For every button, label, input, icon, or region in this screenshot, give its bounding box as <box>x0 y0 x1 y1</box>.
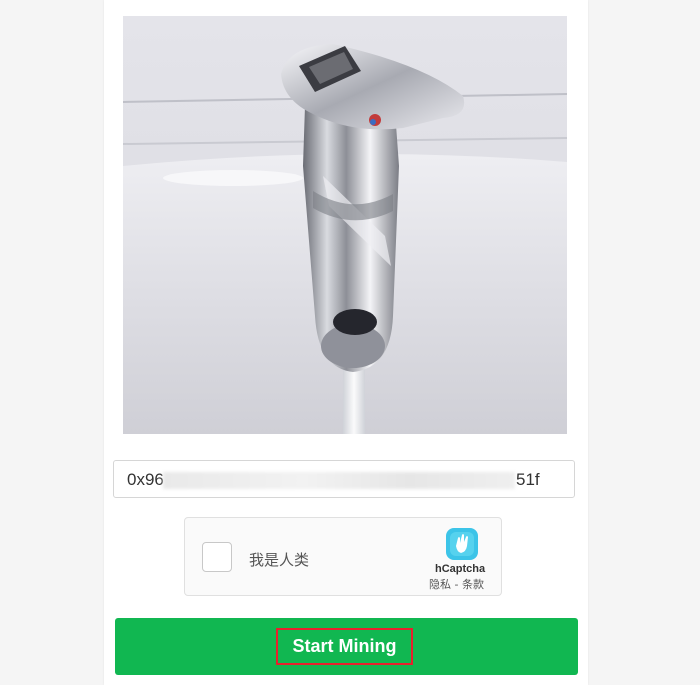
start-mining-button[interactable]: Start Mining <box>115 618 578 675</box>
hcaptcha-brand: hCaptcha <box>435 563 486 575</box>
start-mining-label: Start Mining <box>292 636 397 656</box>
captcha-checkbox[interactable] <box>202 542 232 572</box>
address-prefix: 0x96 <box>127 470 164 489</box>
hcaptcha-privacy-terms[interactable]: 隐私 - 条款 <box>429 576 484 592</box>
address-redaction <box>163 472 515 489</box>
hcaptcha-logo-icon <box>446 528 478 560</box>
captcha-checkbox-label: 我是人类 <box>249 551 310 569</box>
hcaptcha-widget: 我是人类 hCaptcha 隐私 - 条款 <box>184 517 502 596</box>
address-suffix: 51f <box>516 470 540 489</box>
start-mining-highlight: Start Mining <box>276 628 413 665</box>
wallet-address-field[interactable]: 0x96 51f <box>113 460 575 498</box>
faucet-photo <box>123 16 567 434</box>
